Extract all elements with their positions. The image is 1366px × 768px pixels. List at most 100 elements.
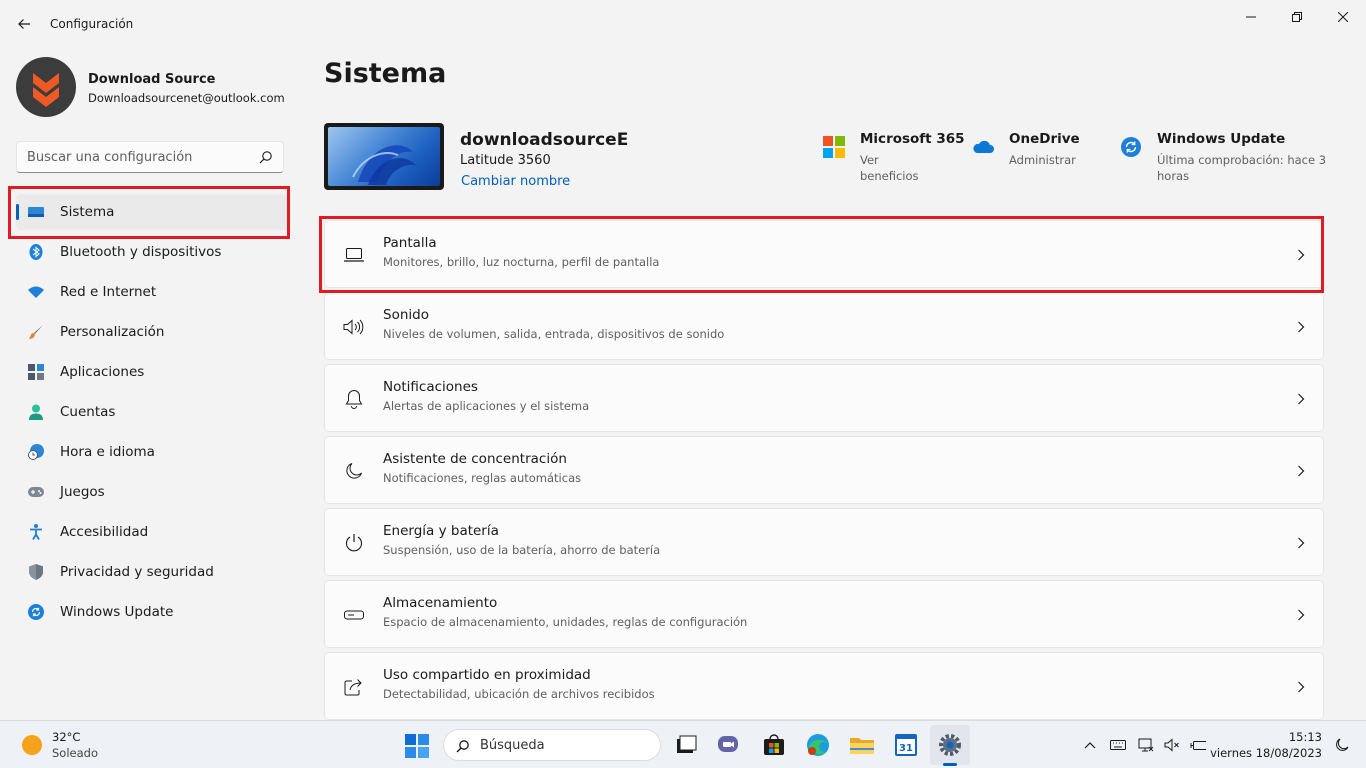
settings-gear-icon[interactable] xyxy=(936,731,964,759)
search-icon xyxy=(259,151,272,164)
chevron-right-icon xyxy=(1298,681,1305,693)
device-thumbnail xyxy=(324,123,444,190)
device-model: Latitude 3560 xyxy=(460,153,551,168)
back-button[interactable] xyxy=(10,10,38,38)
card-subtitle: Monitores, brillo, luz nocturna, perfil … xyxy=(383,255,660,269)
settings-card-concentracion[interactable]: Asistente de concentración Notificacione… xyxy=(324,436,1324,504)
rename-link[interactable]: Cambiar nombre xyxy=(461,174,570,189)
weather-description[interactable]: Soleado xyxy=(52,746,98,760)
close-icon xyxy=(1338,12,1348,22)
sidebar-item-label: Personalización xyxy=(60,324,165,340)
sidebar-item-bluetooth[interactable]: Bluetooth y dispositivos xyxy=(16,234,288,270)
clock-globe-icon xyxy=(28,444,44,460)
chevron-right-icon xyxy=(1298,321,1305,333)
quick-link-title: OneDrive xyxy=(1009,131,1080,147)
settings-card-sonido[interactable]: Sonido Niveles de volumen, salida, entra… xyxy=(324,292,1324,360)
chevron-right-icon xyxy=(1298,249,1305,261)
chevron-up-icon[interactable] xyxy=(1082,737,1098,753)
card-title: Uso compartido en proximidad xyxy=(383,667,591,683)
page-title: Sistema xyxy=(324,58,447,89)
sidebar-item-label: Bluetooth y dispositivos xyxy=(60,244,222,260)
minimize-button[interactable] xyxy=(1228,6,1274,28)
card-subtitle: Niveles de volumen, salida, entrada, dis… xyxy=(383,327,725,341)
onedrive-cloud-icon xyxy=(973,140,994,153)
active-indicator xyxy=(16,204,19,220)
card-title: Almacenamiento xyxy=(383,595,498,611)
restore-button[interactable] xyxy=(1274,6,1320,28)
sidebar-item-label: Sistema xyxy=(60,204,115,220)
microsoft-store-icon[interactable] xyxy=(760,731,788,759)
settings-card-pantalla[interactable]: Pantalla Monitores, brillo, luz nocturna… xyxy=(324,220,1324,288)
close-button[interactable] xyxy=(1320,6,1366,28)
clock-date[interactable]: viernes 18/08/2023 xyxy=(1210,746,1322,760)
teams-chat-icon[interactable] xyxy=(715,731,743,759)
profile-name: Download Source xyxy=(88,72,216,87)
sidebar-item-personalizacion[interactable]: Personalización xyxy=(16,314,288,350)
weather-temperature[interactable]: 32°C xyxy=(52,730,80,744)
windows-update-icon xyxy=(1121,137,1141,157)
sidebar-item-hora[interactable]: Hora e idioma xyxy=(16,434,288,470)
keyboard-icon[interactable] xyxy=(1110,737,1126,753)
sidebar-item-cuentas[interactable]: Cuentas xyxy=(16,394,288,430)
sidebar-item-sistema[interactable]: Sistema xyxy=(16,194,288,230)
battery-charging-icon[interactable] xyxy=(1190,737,1206,753)
focus-moon-icon[interactable] xyxy=(1334,737,1350,753)
quick-link-subtitle: Administrar xyxy=(1009,153,1076,167)
power-icon xyxy=(343,533,365,553)
settings-search-box[interactable]: Buscar una configuración xyxy=(16,141,284,173)
taskbar-search[interactable]: Búsqueda xyxy=(443,729,661,761)
sidebar-item-accesibilidad[interactable]: Accesibilidad xyxy=(16,514,288,550)
search-input[interactable]: Buscar una configuración xyxy=(27,150,192,165)
minimize-icon xyxy=(1246,16,1256,18)
taskbar-search-input[interactable]: Búsqueda xyxy=(480,738,545,753)
user-profile[interactable]: Download Source Downloadsourcenet@outloo… xyxy=(16,57,296,117)
sidebar-item-privacidad[interactable]: Privacidad y seguridad xyxy=(16,554,288,590)
task-view-icon[interactable] xyxy=(672,731,700,759)
sidebar-item-label: Hora e idioma xyxy=(60,444,155,460)
accessibility-icon xyxy=(28,524,44,540)
wifi-icon xyxy=(28,284,44,300)
sun-icon[interactable] xyxy=(22,735,42,755)
edge-icon[interactable] xyxy=(804,731,832,759)
restore-icon xyxy=(1292,12,1302,22)
quick-link-subtitle: Ver beneficios xyxy=(860,153,919,183)
card-title: Energía y batería xyxy=(383,523,499,539)
speaker-icon xyxy=(343,317,365,337)
svg-text:31: 31 xyxy=(899,743,913,754)
app-title: Configuración xyxy=(50,17,134,31)
sidebar-item-windows-update[interactable]: Windows Update xyxy=(16,594,288,630)
volume-muted-icon[interactable] xyxy=(1164,737,1180,753)
monitor-icon xyxy=(343,245,365,265)
running-indicator xyxy=(943,763,957,766)
file-explorer-icon[interactable] xyxy=(848,731,876,759)
sidebar-item-label: Privacidad y seguridad xyxy=(60,564,214,580)
sidebar-item-label: Accesibilidad xyxy=(60,524,149,540)
brush-icon xyxy=(28,324,44,340)
sidebar-item-label: Juegos xyxy=(60,484,105,500)
settings-card-energia[interactable]: Energía y batería Suspensión, uso de la … xyxy=(324,508,1324,576)
bluetooth-icon xyxy=(28,244,44,260)
chevron-right-icon xyxy=(1298,393,1305,405)
bell-icon xyxy=(343,389,365,409)
sidebar-item-label: Windows Update xyxy=(60,604,174,620)
sidebar-item-label: Red e Internet xyxy=(60,284,157,300)
shield-icon xyxy=(28,564,44,580)
clock-time[interactable]: 15:13 xyxy=(1289,730,1322,744)
quick-link-title: Windows Update xyxy=(1157,131,1286,147)
sidebar-item-aplicaciones[interactable]: Aplicaciones xyxy=(16,354,288,390)
sidebar-item-label: Aplicaciones xyxy=(60,364,145,380)
card-title: Sonido xyxy=(383,307,429,323)
windows-start-icon[interactable] xyxy=(404,733,430,759)
card-subtitle: Notificaciones, reglas automáticas xyxy=(383,471,582,485)
sidebar-item-juegos[interactable]: Juegos xyxy=(16,474,288,510)
settings-card-almacenamiento[interactable]: Almacenamiento Espacio de almacenamiento… xyxy=(324,580,1324,648)
network-icon[interactable] xyxy=(1138,737,1154,753)
sidebar-item-red[interactable]: Red e Internet xyxy=(16,274,288,310)
sync-icon xyxy=(28,604,44,620)
settings-card-notificaciones[interactable]: Notificaciones Alertas de aplicaciones y… xyxy=(324,364,1324,432)
chevron-right-icon xyxy=(1298,465,1305,477)
calendar-icon[interactable]: 31 xyxy=(892,731,920,759)
drive-icon xyxy=(343,605,365,625)
taskbar: 32°C Soleado Búsqueda 31 15:13 viernes 1… xyxy=(0,720,1366,768)
settings-card-uso-compartido[interactable]: Uso compartido en proximidad Detectabili… xyxy=(324,652,1324,720)
